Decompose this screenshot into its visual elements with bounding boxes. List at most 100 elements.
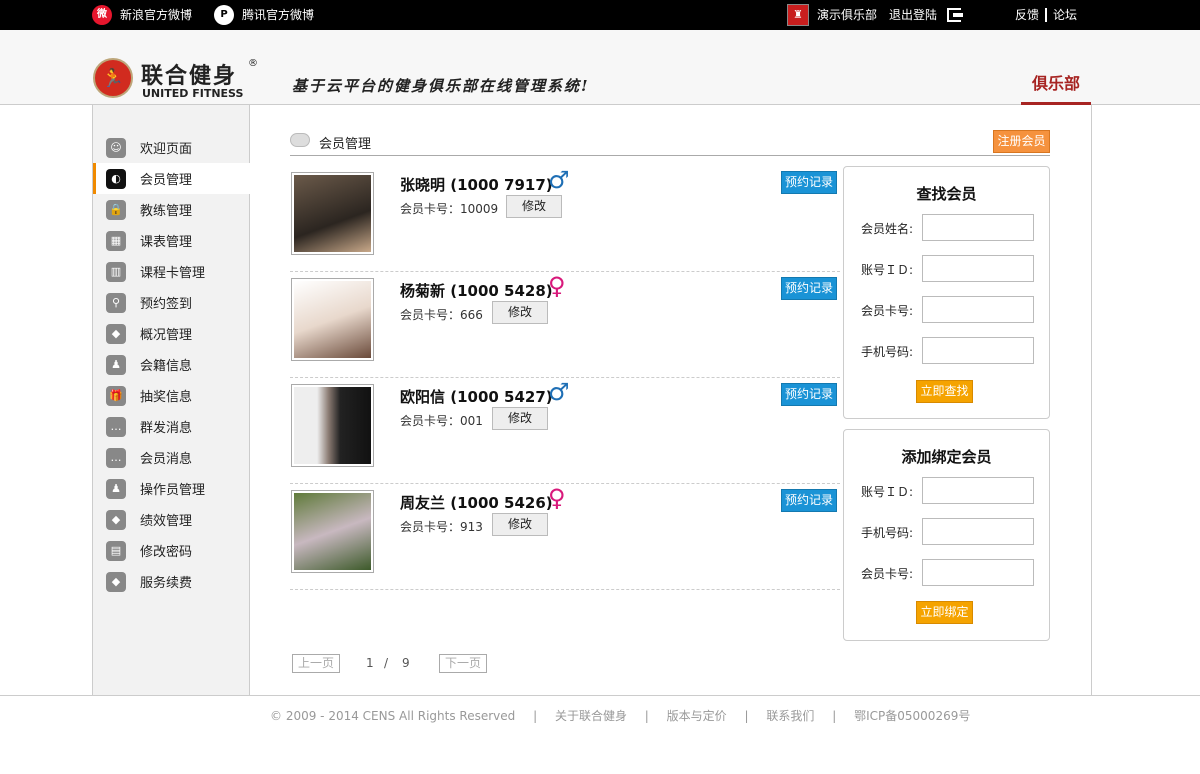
sidebar-item-label: 课程卡管理 bbox=[140, 266, 206, 281]
footer-link-pricing[interactable]: 版本与定价 bbox=[667, 709, 727, 723]
text-field[interactable] bbox=[922, 255, 1034, 282]
sidebar-item[interactable]: … 群发消息 bbox=[93, 411, 250, 442]
sidebar-item[interactable]: ◆ 服务续费 bbox=[93, 566, 250, 597]
users-icon: ♟ bbox=[106, 354, 126, 375]
field-label: 账号ＩＤ: bbox=[861, 485, 914, 499]
sidebar-item[interactable]: ▤ 修改密码 bbox=[93, 535, 250, 566]
appointment-records-button[interactable]: 预约记录 bbox=[781, 383, 837, 406]
field-label: 账号ＩＤ: bbox=[861, 263, 914, 277]
text-field[interactable] bbox=[922, 477, 1034, 504]
sidebar-item[interactable]: ▥ 课程卡管理 bbox=[93, 256, 250, 287]
member-photo[interactable] bbox=[291, 384, 374, 467]
sidebar-item[interactable]: 🎁 抽奖信息 bbox=[93, 380, 250, 411]
edit-member-button[interactable]: 修改 bbox=[506, 195, 562, 218]
sidebar-item[interactable]: ▦ 课表管理 bbox=[93, 225, 250, 256]
text-field[interactable] bbox=[922, 214, 1034, 241]
member-name[interactable]: 杨菊新 (1000 5428) bbox=[400, 280, 553, 301]
card-number-label: 会员卡号： bbox=[400, 308, 461, 322]
sidebar-item-label: 操作员管理 bbox=[140, 483, 206, 498]
feedback-link[interactable]: 反馈 bbox=[1015, 0, 1039, 30]
top-right-links: 反馈 论坛 bbox=[1015, 0, 1077, 30]
sidebar: ☺ 欢迎页面 ◐ 会员管理 🔒 教练管理 ▦ 课表管理 ▥ 课程卡管理 ⚲ 预约签到 ◆ 概况管理 ♟ 会籍信… bbox=[92, 105, 250, 695]
forum-link[interactable]: 论坛 bbox=[1053, 0, 1077, 30]
prev-page-button[interactable]: 上一页 bbox=[292, 654, 340, 673]
club-name: 演示俱乐部 bbox=[817, 8, 878, 22]
sidebar-item[interactable]: … 会员消息 bbox=[93, 442, 250, 473]
logout-link[interactable]: 退出登陆 bbox=[889, 0, 964, 30]
card-number-value: 001 bbox=[460, 414, 483, 428]
sidebar-item-label: 绩效管理 bbox=[140, 514, 193, 529]
weibo-label: 新浪官方微博 bbox=[120, 8, 193, 22]
next-page-button[interactable]: 下一页 bbox=[439, 654, 487, 673]
bind-button[interactable]: 立即绑定 bbox=[916, 601, 973, 624]
member-name[interactable]: 张晓明 (1000 7917) bbox=[400, 174, 553, 195]
form-row: 会员卡号: bbox=[861, 296, 1036, 324]
cloud-icon bbox=[290, 133, 310, 147]
sidebar-item[interactable]: ◆ 绩效管理 bbox=[93, 504, 250, 535]
diamond-icon: ◆ bbox=[106, 571, 126, 592]
sidebar-item[interactable]: ♟ 操作员管理 bbox=[93, 473, 250, 504]
header: 🏃 联合健身 ® UNITED FITNESS 基于云平台的健身俱乐部在线管理系… bbox=[0, 30, 1200, 105]
content-border bbox=[1091, 105, 1092, 695]
current-page: 1 bbox=[366, 656, 374, 670]
form-row: 会员姓名: bbox=[861, 214, 1036, 242]
form-row: 账号ＩＤ: bbox=[861, 255, 1036, 283]
sidebar-item-label: 概况管理 bbox=[140, 328, 193, 343]
footer-link-contact[interactable]: 联系我们 bbox=[766, 709, 814, 723]
appointment-records-button[interactable]: 预约记录 bbox=[781, 489, 837, 512]
member-row: 张晓明 (1000 7917) ♂ 会员卡号：10009 修改 预约记录 bbox=[290, 166, 840, 272]
section-header: 会员管理 注册会员 bbox=[290, 130, 1050, 156]
text-field[interactable] bbox=[922, 559, 1034, 586]
sidebar-item[interactable]: ◆ 概况管理 bbox=[93, 318, 250, 349]
sidebar-item[interactable]: ◐ 会员管理 bbox=[93, 163, 250, 194]
card-number-value: 10009 bbox=[460, 202, 499, 216]
tab-club[interactable]: 俱乐部 bbox=[1021, 70, 1091, 105]
member-photo-image bbox=[294, 387, 371, 464]
register-member-button[interactable]: 注册会员 bbox=[993, 130, 1050, 153]
sidebar-item-label: 修改密码 bbox=[140, 545, 193, 560]
edit-member-button[interactable]: 修改 bbox=[492, 407, 548, 430]
member-name[interactable]: 欧阳信 (1000 5427) bbox=[400, 386, 553, 407]
tencent-weibo-icon: P bbox=[214, 5, 234, 25]
brand-name: 联合健身 bbox=[141, 63, 238, 89]
page-separator: / bbox=[384, 656, 389, 670]
male-icon: ♂ bbox=[548, 166, 570, 194]
footer-separator: | bbox=[533, 709, 538, 723]
sidebar-item-label: 群发消息 bbox=[140, 421, 193, 436]
users-icon: ♟ bbox=[106, 478, 126, 499]
member-photo[interactable] bbox=[291, 490, 374, 573]
copyright: © 2009 - 2014 CENS All Rights Reserved bbox=[270, 709, 516, 723]
icp-number: 鄂ICP备05000269号 bbox=[854, 709, 971, 723]
sidebar-item[interactable]: ♟ 会籍信息 bbox=[93, 349, 250, 380]
logout-label: 退出登陆 bbox=[889, 8, 938, 22]
member-photo[interactable] bbox=[291, 278, 374, 361]
field-label: 会员姓名: bbox=[861, 222, 914, 236]
footer-separator: | bbox=[644, 709, 649, 723]
appointment-records-button[interactable]: 预约记录 bbox=[781, 277, 837, 300]
member-photo[interactable] bbox=[291, 172, 374, 255]
club-account[interactable]: ♜ 演示俱乐部 bbox=[787, 0, 877, 30]
sidebar-item-label: 服务续费 bbox=[140, 576, 193, 591]
sidebar-item-label: 会员消息 bbox=[140, 452, 193, 467]
search-button[interactable]: 立即查找 bbox=[916, 380, 973, 403]
appointment-records-button[interactable]: 预约记录 bbox=[781, 171, 837, 194]
weibo-link[interactable]: 微 新浪官方微博 bbox=[92, 0, 192, 30]
form-row: 账号ＩＤ: bbox=[861, 477, 1036, 505]
sidebar-item[interactable]: 🔒 教练管理 bbox=[93, 194, 250, 225]
pagination: 上一页 1 / 9 下一页 bbox=[292, 654, 492, 674]
text-field[interactable] bbox=[922, 296, 1034, 323]
tqq-link[interactable]: P 腾讯官方微博 bbox=[214, 0, 314, 30]
tqq-label: 腾讯官方微博 bbox=[242, 8, 315, 22]
footer-link-about[interactable]: 关于联合健身 bbox=[555, 709, 627, 723]
edit-member-button[interactable]: 修改 bbox=[492, 301, 548, 324]
club-avatar: ♜ bbox=[787, 4, 809, 26]
calendar-icon: ▦ bbox=[106, 230, 126, 251]
female-icon: ♀ bbox=[548, 484, 566, 512]
text-field[interactable] bbox=[922, 518, 1034, 545]
sidebar-item-label: 课表管理 bbox=[140, 235, 193, 250]
member-name[interactable]: 周友兰 (1000 5426) bbox=[400, 492, 553, 513]
sidebar-item[interactable]: ⚲ 预约签到 bbox=[93, 287, 250, 318]
text-field[interactable] bbox=[922, 337, 1034, 364]
sidebar-item[interactable]: ☺ 欢迎页面 bbox=[93, 132, 250, 163]
edit-member-button[interactable]: 修改 bbox=[492, 513, 548, 536]
